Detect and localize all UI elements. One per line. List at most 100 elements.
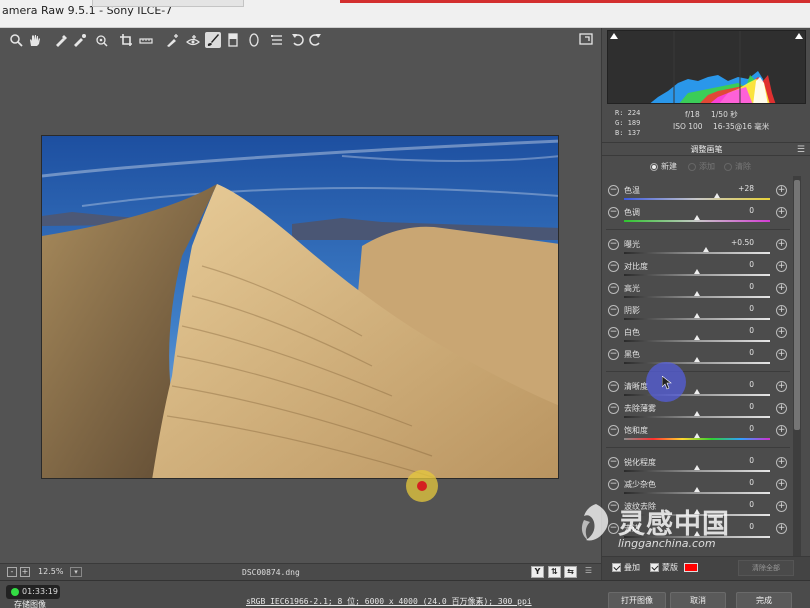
increase-icon[interactable]: + xyxy=(776,403,787,414)
decrease-icon[interactable]: − xyxy=(608,261,619,272)
slider-track[interactable] xyxy=(624,296,770,298)
slider-track[interactable] xyxy=(624,492,770,494)
graduated-filter-tool-icon[interactable] xyxy=(225,32,241,48)
decrease-icon[interactable]: − xyxy=(608,207,619,218)
clear-all-button[interactable]: 清除全部 xyxy=(738,560,794,576)
slider-thumb[interactable] xyxy=(694,357,700,362)
increase-icon[interactable]: + xyxy=(776,523,787,534)
copy-settings-icon[interactable]: ⇆ xyxy=(564,566,577,578)
slider-thumb[interactable] xyxy=(694,411,700,416)
decrease-icon[interactable]: − xyxy=(608,185,619,196)
adjustment-brush-tool-icon[interactable] xyxy=(205,32,221,48)
hand-tool-icon[interactable] xyxy=(26,32,42,48)
increase-icon[interactable]: + xyxy=(776,349,787,360)
shadow-clipping-icon[interactable] xyxy=(610,33,618,39)
slider-thumb[interactable] xyxy=(694,509,700,514)
slider-track[interactable] xyxy=(624,252,770,254)
slider-value[interactable]: 0 xyxy=(724,304,754,313)
slider-thumb[interactable] xyxy=(694,531,700,536)
slider-track[interactable] xyxy=(624,362,770,364)
panel-menu-icon[interactable]: ☰ xyxy=(797,144,805,157)
slider-value[interactable]: 0 xyxy=(724,402,754,411)
slider-value[interactable]: 0 xyxy=(724,500,754,509)
increase-icon[interactable]: + xyxy=(776,501,787,512)
mode-option-2[interactable]: 清除 xyxy=(724,161,751,172)
increase-icon[interactable]: + xyxy=(776,479,787,490)
zoom-tool-icon[interactable] xyxy=(8,32,24,48)
slider-track[interactable] xyxy=(624,536,770,538)
swap-icon[interactable]: ⇅ xyxy=(548,566,561,578)
preview-image[interactable] xyxy=(41,135,559,479)
fullscreen-icon[interactable] xyxy=(579,32,595,48)
slider-track[interactable] xyxy=(624,394,770,396)
slider-thumb[interactable] xyxy=(714,193,721,198)
mode-radio[interactable] xyxy=(650,162,658,171)
increase-icon[interactable]: + xyxy=(776,185,787,196)
panel-scrollbar[interactable] xyxy=(793,176,801,566)
increase-icon[interactable]: + xyxy=(776,261,787,272)
decrease-icon[interactable]: − xyxy=(608,327,619,338)
slider-track[interactable] xyxy=(624,438,770,440)
slider-value[interactable]: +28 xyxy=(724,184,754,193)
slider-thumb[interactable] xyxy=(694,313,700,318)
preferences-tool-icon[interactable] xyxy=(269,32,285,48)
increase-icon[interactable]: + xyxy=(776,283,787,294)
decrease-icon[interactable]: − xyxy=(608,403,619,414)
decrease-icon[interactable]: − xyxy=(608,457,619,468)
slider-track[interactable] xyxy=(624,340,770,342)
zoom-out-button[interactable]: - xyxy=(7,567,17,577)
slider-thumb[interactable] xyxy=(694,487,700,492)
slider-value[interactable]: 0 xyxy=(724,522,754,531)
crop-tool-icon[interactable] xyxy=(118,32,134,48)
decrease-icon[interactable]: − xyxy=(608,283,619,294)
decrease-icon[interactable]: − xyxy=(608,501,619,512)
slider-track[interactable] xyxy=(624,416,770,418)
increase-icon[interactable]: + xyxy=(776,457,787,468)
color-sampler-tool-icon[interactable] xyxy=(71,32,87,48)
highlight-clipping-icon[interactable] xyxy=(795,33,803,39)
mode-option-0[interactable]: 新建 xyxy=(650,161,677,172)
slider-value[interactable]: 0 xyxy=(724,424,754,433)
increase-icon[interactable]: + xyxy=(776,425,787,436)
scrollbar-thumb[interactable] xyxy=(794,180,800,430)
increase-icon[interactable]: + xyxy=(776,207,787,218)
slider-value[interactable]: 0 xyxy=(724,282,754,291)
image-canvas[interactable] xyxy=(0,28,601,563)
zoom-dropdown-icon[interactable]: ▾ xyxy=(70,567,82,577)
slider-value[interactable]: 0 xyxy=(724,456,754,465)
decrease-icon[interactable]: − xyxy=(608,305,619,316)
mode-option-1[interactable]: 添加 xyxy=(688,161,715,172)
slider-thumb[interactable] xyxy=(694,433,700,438)
before-after-y-icon[interactable]: Y xyxy=(531,566,544,578)
preview-settings-icon[interactable]: ☰ xyxy=(582,566,595,578)
slider-track[interactable] xyxy=(624,514,770,516)
save-image-button[interactable]: 存储图像 xyxy=(14,599,46,608)
decrease-icon[interactable]: − xyxy=(608,381,619,392)
slider-value[interactable]: +0.50 xyxy=(724,238,754,247)
straighten-tool-icon[interactable] xyxy=(138,32,154,48)
slider-track[interactable] xyxy=(624,274,770,276)
slider-track[interactable] xyxy=(624,470,770,472)
done-button[interactable]: 完成 xyxy=(736,592,792,608)
targeted-adjustment-tool-icon[interactable] xyxy=(93,32,109,48)
open-image-button[interactable]: 打开图像 xyxy=(608,592,666,608)
slider-thumb[interactable] xyxy=(694,389,700,394)
decrease-icon[interactable]: − xyxy=(608,523,619,534)
workflow-options-link[interactable]: sRGB IEC61966-2.1; 8 位; 6000 x 4000 (24.… xyxy=(246,596,532,607)
mode-radio[interactable] xyxy=(724,162,732,171)
slider-thumb[interactable] xyxy=(694,215,700,220)
slider-thumb[interactable] xyxy=(694,291,700,296)
slider-thumb[interactable] xyxy=(694,465,700,470)
slider-track[interactable] xyxy=(624,198,770,200)
slider-value[interactable]: 0 xyxy=(724,206,754,215)
increase-icon[interactable]: + xyxy=(776,305,787,316)
rotate-left-tool-icon[interactable] xyxy=(290,32,306,48)
overlay-checkbox[interactable] xyxy=(612,563,621,572)
slider-value[interactable]: 0 xyxy=(724,260,754,269)
slider-thumb[interactable] xyxy=(702,247,709,252)
mask-color-swatch[interactable] xyxy=(684,563,698,572)
spot-removal-tool-icon[interactable] xyxy=(164,32,180,48)
zoom-in-button[interactable]: + xyxy=(20,567,30,577)
slider-value[interactable]: 0 xyxy=(724,348,754,357)
rotate-right-tool-icon[interactable] xyxy=(307,32,323,48)
